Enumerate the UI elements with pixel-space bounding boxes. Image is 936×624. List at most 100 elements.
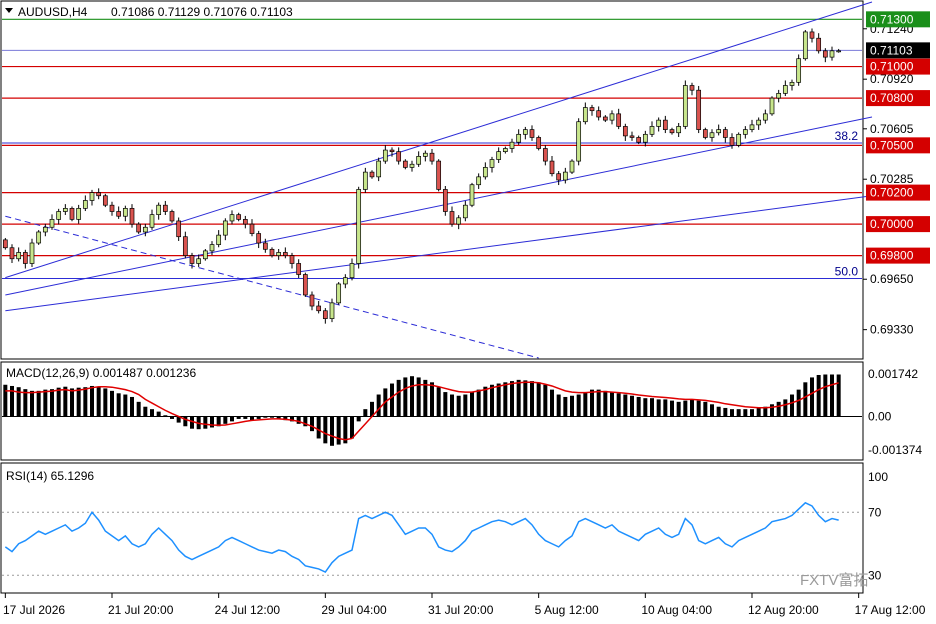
candle-body <box>229 214 235 222</box>
macd-bar <box>90 385 94 417</box>
macd-bar <box>523 380 528 417</box>
macd-bar <box>310 416 314 432</box>
macd-bar <box>43 389 48 417</box>
macd-bar <box>363 409 368 417</box>
level-price-label: 0.70800 <box>870 91 914 105</box>
candle-body <box>529 129 535 138</box>
macd-bar <box>110 390 114 417</box>
candle-body <box>189 255 195 264</box>
macd-bar <box>70 388 74 417</box>
macd-bar <box>63 386 68 417</box>
macd-bar <box>236 416 241 419</box>
macd-bar <box>256 416 261 419</box>
candle-body <box>182 236 188 256</box>
ohlc-readout: 0.71086 0.71129 0.71076 0.71103 <box>111 5 293 19</box>
macd-bar <box>663 399 668 417</box>
macd-bar <box>536 382 541 417</box>
macd-bar <box>403 377 408 417</box>
candle-body <box>702 129 708 138</box>
macd-bar <box>396 379 401 417</box>
macd-bar <box>470 392 474 417</box>
candle-body <box>496 151 502 160</box>
candle-body <box>676 126 682 134</box>
candle-body <box>342 277 348 285</box>
current-price-label: 0.71103 <box>870 43 913 57</box>
rsi-tick-label: 30 <box>868 568 882 582</box>
candle-body <box>296 263 302 275</box>
candle-body <box>436 160 442 190</box>
candle-body <box>809 31 815 39</box>
candle-body <box>82 200 88 209</box>
candle-body <box>349 263 355 279</box>
macd-bar <box>570 395 574 417</box>
macd-bar <box>723 407 728 417</box>
macd-bar <box>476 389 481 417</box>
candle-body <box>422 152 428 157</box>
macd-tick-label: -0.001374 <box>868 443 922 457</box>
candle-body <box>536 137 542 149</box>
macd-bar <box>743 409 748 417</box>
price-tick-label: 0.70285 <box>870 172 914 186</box>
macd-bar <box>630 395 634 417</box>
macd-bar <box>590 389 594 417</box>
macd-bar <box>30 390 34 417</box>
candle-body <box>569 160 575 173</box>
candle-body <box>9 247 15 260</box>
macd-bar <box>56 387 61 417</box>
macd-bar <box>483 386 488 417</box>
candle-body <box>662 119 668 130</box>
macd-bar <box>123 394 128 417</box>
trading-chart[interactable]: 38.250.0 0.712400.709200.706050.702850.6… <box>0 0 936 624</box>
candle-body <box>816 37 822 52</box>
candle-body <box>562 171 568 181</box>
candle-body <box>42 226 48 233</box>
price-tick-label: 0.69650 <box>870 272 914 286</box>
candle-body <box>636 137 642 143</box>
candle-body <box>322 310 328 319</box>
macd-bar <box>623 394 628 417</box>
macd-bar <box>516 379 521 417</box>
candle-body <box>102 195 108 206</box>
candle-body <box>669 129 675 134</box>
macd-bar <box>750 409 754 417</box>
candle-body <box>362 171 368 190</box>
macd-bar <box>270 416 274 418</box>
candle-body <box>642 133 648 143</box>
macd-bar <box>443 392 448 417</box>
macd-bar <box>263 416 268 418</box>
macd-bar <box>816 374 821 417</box>
candle-body <box>76 208 82 220</box>
candle-body <box>622 126 628 137</box>
candle-body <box>129 208 135 225</box>
candle-body <box>549 160 555 175</box>
macd-bar <box>810 377 814 417</box>
macd-bar <box>350 416 354 439</box>
macd-bar <box>83 387 88 417</box>
time-tick-label: 29 Jul 04:00 <box>321 603 387 617</box>
macd-bar <box>583 392 588 417</box>
macd-bar <box>116 393 121 417</box>
level-price-label: 0.71000 <box>870 60 914 74</box>
candle-body <box>249 223 255 234</box>
macd-bar <box>230 416 234 422</box>
candle-body <box>722 129 728 138</box>
macd-bar <box>430 382 434 417</box>
macd-bar <box>643 398 648 417</box>
candle-body <box>596 110 602 118</box>
macd-bar <box>36 390 41 417</box>
macd-bar <box>223 416 228 424</box>
candle-body <box>329 302 335 319</box>
time-tick-label: 24 Jul 12:00 <box>215 603 281 617</box>
candle-body <box>729 137 735 146</box>
macd-bar <box>550 389 554 417</box>
rsi-label: RSI(14) 65.1296 <box>6 469 94 483</box>
macd-bar <box>503 382 508 417</box>
candle-body <box>269 248 275 256</box>
candle-body <box>16 252 22 260</box>
candle-body <box>502 148 508 152</box>
time-tick-label: 17 Aug 12:00 <box>855 603 926 617</box>
macd-bar <box>170 416 174 419</box>
macd-bar <box>150 409 154 417</box>
candle-body <box>482 167 488 178</box>
macd-bar <box>356 416 361 422</box>
